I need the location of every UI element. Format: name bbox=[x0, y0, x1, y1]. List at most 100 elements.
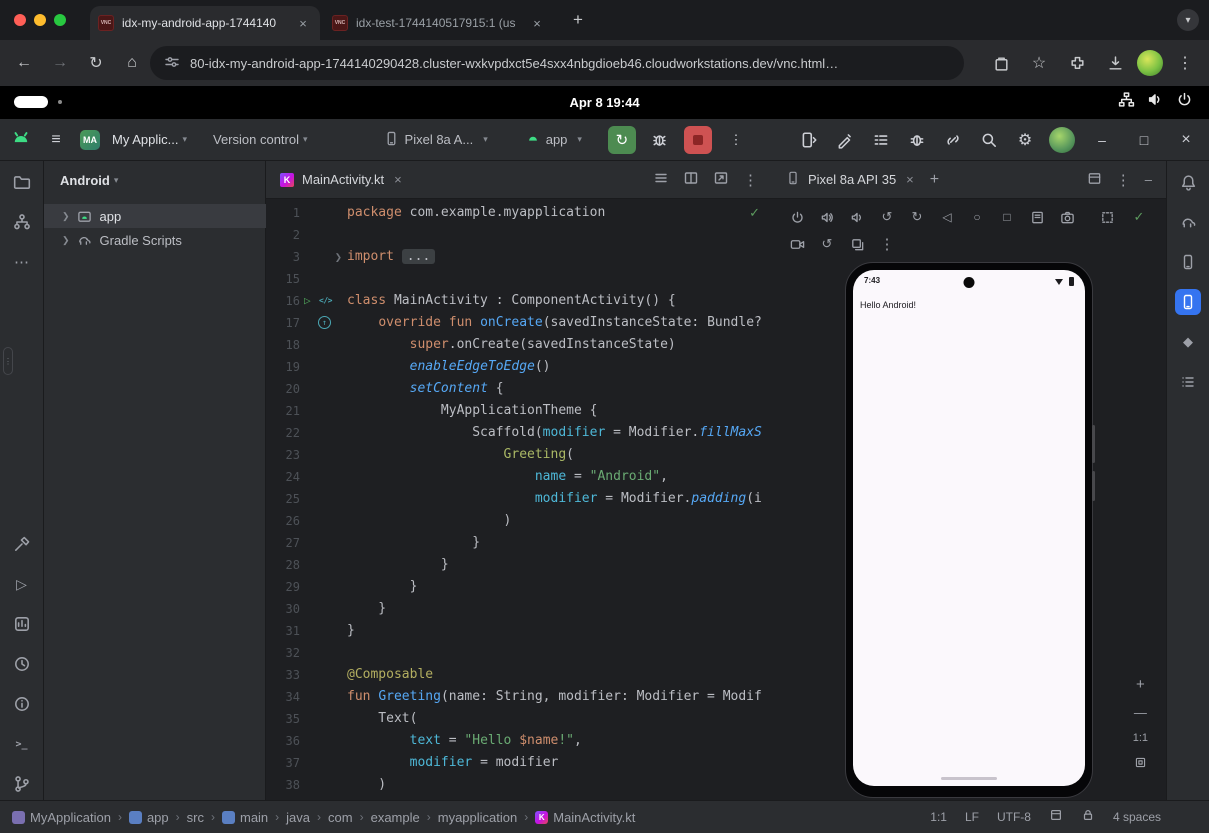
run-tool-icon[interactable]: ▷ bbox=[9, 571, 35, 597]
profile-avatar[interactable] bbox=[1137, 50, 1163, 76]
run-button[interactable]: ↻ bbox=[608, 126, 636, 154]
clipboard-icon[interactable] bbox=[985, 47, 1017, 79]
emulator-screen[interactable]: 7:43 Hello Android! bbox=[853, 270, 1085, 786]
device-power-icon[interactable] bbox=[784, 205, 810, 229]
settings-gear-icon[interactable]: ⚙ bbox=[1013, 128, 1037, 152]
code-line[interactable]: 25 modifier = Modifier.padding(i bbox=[266, 488, 772, 510]
layout-options-icon[interactable] bbox=[1087, 171, 1102, 189]
code-line[interactable]: 19 enableEdgeToEdge() bbox=[266, 356, 772, 378]
breadcrumb-item[interactable]: main bbox=[222, 810, 268, 825]
code-line[interactable]: 30 } bbox=[266, 598, 772, 620]
rotate-right-icon[interactable]: ↻ bbox=[904, 205, 930, 229]
android-home-icon[interactable]: ○ bbox=[964, 205, 990, 229]
site-settings-icon[interactable] bbox=[164, 54, 180, 73]
rotate-left-icon[interactable]: ↺ bbox=[874, 205, 900, 229]
ai-edit-icon[interactable] bbox=[833, 128, 857, 152]
zoom-in-icon[interactable]: + bbox=[1136, 676, 1145, 693]
downloads-icon[interactable] bbox=[1099, 47, 1131, 79]
code-line[interactable]: 38 ) bbox=[266, 774, 772, 796]
camera-icon[interactable] bbox=[1054, 205, 1080, 229]
breadcrumb-item[interactable]: src bbox=[187, 810, 204, 825]
close-traffic-light[interactable] bbox=[14, 14, 26, 26]
code-line[interactable]: 34fun Greeting(name: String, modifier: M… bbox=[266, 686, 772, 708]
android-overview-icon[interactable]: □ bbox=[994, 205, 1020, 229]
line-separator[interactable]: LF bbox=[965, 810, 979, 824]
code-line[interactable]: 22 Scaffold(modifier = Modifier.fillMaxS bbox=[266, 422, 772, 444]
build-tool-icon[interactable] bbox=[9, 531, 35, 557]
app-quality-insights-icon[interactable] bbox=[9, 611, 35, 637]
zoom-level-label[interactable]: 1:1 bbox=[1133, 732, 1148, 744]
app-inspection-icon[interactable] bbox=[905, 128, 929, 152]
window-maximize-icon[interactable]: □ bbox=[1129, 128, 1159, 152]
code-line[interactable]: 35 Text( bbox=[266, 708, 772, 730]
project-selector[interactable]: My Applic...▾ bbox=[112, 132, 187, 147]
inspections-ok-icon[interactable]: ✓ bbox=[749, 205, 760, 221]
panel-overflow-icon[interactable]: ⋮ bbox=[1116, 171, 1131, 189]
extensions-puzzle-icon[interactable] bbox=[1061, 47, 1093, 79]
zoom-out-icon[interactable]: — bbox=[1134, 705, 1147, 720]
screen-record-icon[interactable] bbox=[784, 232, 810, 256]
code-line[interactable]: 18 super.onCreate(savedInstanceState) bbox=[266, 334, 772, 356]
breadcrumb-item[interactable]: MyApplication bbox=[12, 810, 111, 825]
compose-preview-gutter-icon[interactable]: </> bbox=[319, 290, 332, 312]
breadcrumb-item[interactable]: java bbox=[286, 810, 310, 825]
code-line[interactable]: 28 } bbox=[266, 554, 772, 576]
code-line[interactable]: 17↑ override fun onCreate(savedInstanceS… bbox=[266, 312, 772, 334]
version-control-tool-icon[interactable] bbox=[9, 771, 35, 797]
editor-overflow-icon[interactable]: ⋮ bbox=[743, 171, 758, 189]
code-line[interactable]: 23 Greeting( bbox=[266, 444, 772, 466]
chevron-right-icon[interactable]: ❯ bbox=[62, 235, 70, 246]
power-icon[interactable] bbox=[1176, 91, 1193, 111]
sync-project-icon[interactable] bbox=[941, 128, 965, 152]
add-device-icon[interactable]: + bbox=[930, 171, 939, 189]
android-back-icon[interactable]: ◁ bbox=[934, 205, 960, 229]
editor-tab-label[interactable]: MainActivity.kt bbox=[302, 172, 384, 187]
code-line[interactable]: 33@Composable bbox=[266, 664, 772, 686]
tab-close-icon[interactable]: × bbox=[528, 14, 546, 32]
stop-button[interactable] bbox=[684, 126, 712, 154]
tab-close-icon[interactable]: × bbox=[294, 14, 312, 32]
tree-item-app[interactable]: ❯ app bbox=[44, 204, 266, 228]
problems-tool-icon[interactable] bbox=[9, 691, 35, 717]
volume-up-icon[interactable] bbox=[814, 205, 840, 229]
breadcrumb-item[interactable]: myapplication bbox=[438, 810, 518, 825]
device-manager-icon[interactable] bbox=[1175, 249, 1201, 275]
breadcrumb-item[interactable]: com bbox=[328, 810, 353, 825]
browser-tab[interactable]: VNC idx-test-1744140517915:1 (us × bbox=[324, 6, 554, 40]
search-everywhere-icon[interactable] bbox=[977, 128, 1001, 152]
code-line[interactable]: 26 ) bbox=[266, 510, 772, 532]
hide-panel-icon[interactable]: – bbox=[1145, 172, 1152, 187]
device-tab-label[interactable]: Pixel 8a API 35 bbox=[808, 172, 896, 187]
code-line[interactable]: 31} bbox=[266, 620, 772, 642]
url-bar[interactable]: 80-idx-my-android-app-1744140290428.clus… bbox=[150, 46, 964, 80]
minimize-traffic-light[interactable] bbox=[34, 14, 46, 26]
back-icon[interactable]: ← bbox=[8, 47, 40, 79]
tree-item-gradle-scripts[interactable]: ❯ Gradle Scripts bbox=[44, 228, 266, 252]
reset-snapshot-icon[interactable]: ↺ bbox=[814, 232, 840, 256]
code-line[interactable]: 24 name = "Android", bbox=[266, 466, 772, 488]
run-gutter-icon[interactable]: ▷ bbox=[304, 290, 311, 312]
code-line[interactable]: 3❯import ... bbox=[266, 246, 772, 268]
code-line[interactable]: 20 setContent { bbox=[266, 378, 772, 400]
volume-down-icon[interactable] bbox=[844, 205, 870, 229]
profiler-tool-icon[interactable] bbox=[9, 651, 35, 677]
debug-button[interactable] bbox=[648, 128, 672, 152]
code-line[interactable]: 15 bbox=[266, 268, 772, 290]
editor-columns-icon[interactable] bbox=[1049, 808, 1063, 825]
more-tool-windows-icon[interactable]: ⋯ bbox=[9, 249, 35, 275]
lock-icon[interactable] bbox=[1081, 808, 1095, 825]
tab-close-icon[interactable]: × bbox=[906, 172, 914, 187]
file-encoding[interactable]: UTF-8 bbox=[997, 810, 1031, 824]
fold-arrow-icon[interactable]: ❯ bbox=[335, 246, 342, 268]
project-view-selector[interactable]: Android ▾ bbox=[60, 168, 118, 192]
editor-list-icon[interactable] bbox=[653, 170, 669, 189]
desktop-clock[interactable]: Apr 8 19:44 bbox=[0, 86, 1209, 119]
browser-tab[interactable]: VNC idx-my-android-app-1744140 × bbox=[90, 6, 320, 40]
indent-setting[interactable]: 4 spaces bbox=[1113, 810, 1161, 824]
gesture-navigation-bar[interactable] bbox=[941, 777, 997, 780]
caret-position[interactable]: 1:1 bbox=[930, 810, 947, 824]
bookmark-star-icon[interactable]: ☆ bbox=[1023, 47, 1055, 79]
screenshot-icon[interactable] bbox=[1024, 205, 1050, 229]
project-tool-icon[interactable] bbox=[9, 169, 35, 195]
zoom-traffic-light[interactable] bbox=[54, 14, 66, 26]
